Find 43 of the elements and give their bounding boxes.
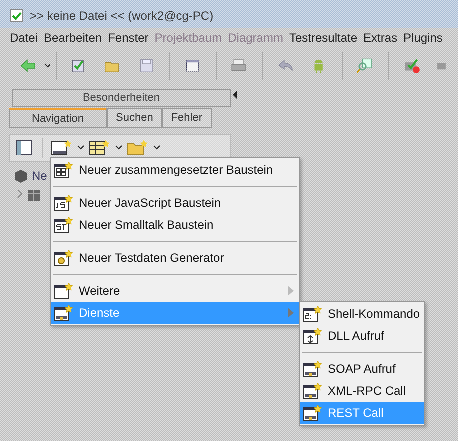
menu-item[interactable]: Neuer JavaScript Baustein bbox=[51, 192, 299, 214]
menu-item[interactable]: Shell-Kommando bbox=[300, 303, 424, 325]
script-icon bbox=[54, 217, 73, 233]
panel-tab[interactable]: Besonderheiten bbox=[12, 89, 231, 107]
tab[interactable]: Navigation bbox=[9, 108, 107, 128]
tree-item[interactable]: Ne bbox=[32, 169, 48, 183]
menu-bar-item[interactable]: Bearbeiten bbox=[44, 31, 102, 45]
window-title: >> keine Datei << (work2@cg-PC) bbox=[30, 9, 214, 23]
menu-item[interactable]: XML-RPC Call bbox=[300, 380, 424, 402]
menu-bar-item[interactable]: Plugins bbox=[404, 31, 443, 45]
menu-item[interactable]: Weitere bbox=[51, 280, 299, 302]
caret-icon[interactable] bbox=[77, 145, 85, 151]
server-icon[interactable] bbox=[51, 139, 73, 157]
cube-icon bbox=[13, 168, 29, 184]
menu-bar-item[interactable]: Extras bbox=[364, 31, 398, 45]
database-icon bbox=[54, 250, 73, 266]
server-icon bbox=[54, 305, 73, 321]
app-icon bbox=[10, 9, 24, 23]
menu-item[interactable]: Neuer zusammengesetzter Baustein bbox=[51, 159, 299, 181]
script-icon bbox=[54, 195, 73, 211]
window-icon bbox=[54, 283, 73, 299]
collapse-arrow-icon[interactable] bbox=[232, 91, 238, 99]
menu-item[interactable]: Neuer Testdaten Generator bbox=[51, 247, 299, 269]
menu-item[interactable]: Neuer Smalltalk Baustein bbox=[51, 214, 299, 236]
server-icon bbox=[303, 361, 322, 377]
menu-bar-item[interactable]: Fenster bbox=[108, 31, 149, 45]
table-icon[interactable] bbox=[89, 139, 111, 157]
script-icon bbox=[303, 306, 322, 322]
menu-item[interactable]: SOAP Aufruf bbox=[300, 358, 424, 380]
menu-bar-item[interactable]: Datei bbox=[10, 31, 38, 45]
tab[interactable]: Suchen bbox=[107, 108, 162, 128]
expand-icon[interactable] bbox=[17, 190, 23, 198]
caret-icon[interactable] bbox=[153, 145, 161, 151]
caret-icon[interactable] bbox=[115, 145, 123, 151]
arrows-icon bbox=[303, 328, 322, 344]
script-icon bbox=[54, 162, 73, 178]
menu-bar-item[interactable]: Testresultate bbox=[289, 31, 358, 45]
window-icon[interactable] bbox=[16, 139, 34, 157]
server-icon bbox=[303, 405, 322, 421]
menu-item[interactable]: DLL Aufruf bbox=[300, 325, 424, 347]
tab[interactable]: Fehler bbox=[162, 108, 212, 128]
caret-icon[interactable] bbox=[44, 63, 50, 69]
server-icon bbox=[303, 383, 322, 399]
